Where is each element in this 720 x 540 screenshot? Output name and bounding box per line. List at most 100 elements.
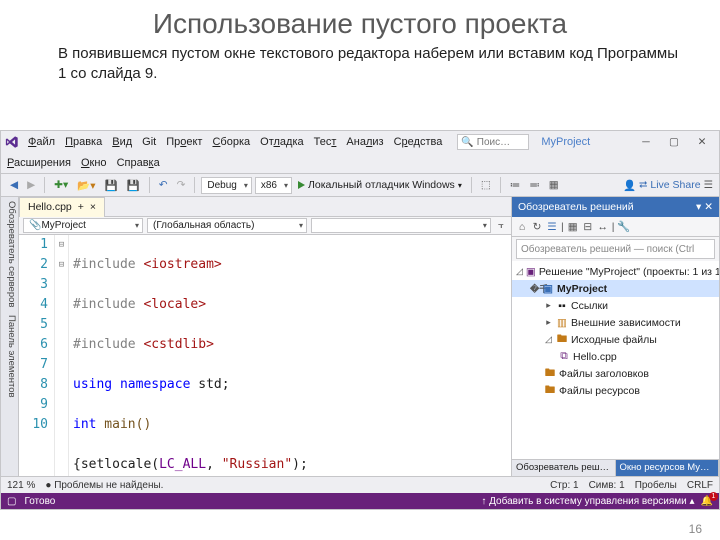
fold-gutter: ⊟⊟ bbox=[55, 235, 69, 477]
solution-toolbar: ⌂ ↻ ☰| ▦ ⊟ ↔| 🔧 bbox=[512, 217, 719, 237]
zoom-level[interactable]: 121 % bbox=[7, 480, 35, 491]
file-tab-dirty: + bbox=[78, 201, 84, 213]
file-tab-hello[interactable]: Hello.cpp + × bbox=[19, 197, 105, 217]
menu-git[interactable]: Git bbox=[139, 135, 159, 149]
menu-view[interactable]: Вид bbox=[109, 135, 135, 149]
new-item-button[interactable]: ✚▾ bbox=[51, 178, 71, 192]
account-icon[interactable]: 👤 bbox=[623, 179, 636, 192]
page-number: 16 bbox=[689, 522, 702, 536]
tree-ext[interactable]: ▸▥Внешние зависимости bbox=[512, 314, 719, 331]
tree-src[interactable]: ◿🖿Исходные файлы bbox=[512, 331, 719, 348]
nav-project-drop[interactable]: 📎 MyProject bbox=[23, 218, 143, 233]
sol-showall-icon[interactable]: ▦ bbox=[567, 221, 579, 233]
line-gutter: 12345678910 bbox=[19, 235, 55, 477]
sol-tab-explorer[interactable]: Обозреватель реш… bbox=[512, 460, 616, 477]
nav-scope-drop[interactable]: (Глобальная область) bbox=[147, 218, 307, 233]
tb-icon-c[interactable]: ≕ bbox=[526, 178, 543, 192]
split-icon[interactable]: ⫟ bbox=[495, 220, 507, 231]
search-placeholder: Поис… bbox=[477, 137, 510, 148]
issues-status[interactable]: ● Проблемы не найдены. bbox=[45, 480, 163, 491]
caret-col: Симв: 1 bbox=[589, 480, 625, 491]
slide-body: В появившемся пустом окне текстового ред… bbox=[0, 44, 720, 93]
undo-button[interactable]: ↶ bbox=[156, 178, 171, 192]
vtab-server-explorer[interactable]: Обозреватель серверов bbox=[2, 201, 17, 307]
box-icon: ▢ bbox=[7, 496, 16, 507]
notifications-button[interactable]: 🔔1 bbox=[701, 496, 713, 507]
save-all-button[interactable]: 💾 bbox=[124, 178, 143, 193]
save-button[interactable]: 💾 bbox=[102, 178, 121, 193]
menu-extensions[interactable]: Расширения bbox=[7, 157, 71, 169]
menu-analyze[interactable]: Анализ bbox=[343, 135, 386, 149]
liveshare-button[interactable]: ⮂ Live Share bbox=[639, 179, 701, 192]
vtab-toolbox[interactable]: Панель элементов bbox=[2, 315, 17, 398]
menubar-row2: Расширения Окно Справка bbox=[1, 153, 719, 173]
menu-test[interactable]: Тест bbox=[311, 135, 340, 149]
solution-bottom-tabs: Обозреватель реш… Окно ресурсов My… bbox=[512, 459, 719, 477]
feedback-icon[interactable]: ☰ bbox=[704, 179, 713, 191]
config-dropdown[interactable]: Debug bbox=[201, 177, 251, 194]
vs-logo-icon bbox=[5, 135, 19, 149]
tb-icon-b[interactable]: ≔ bbox=[507, 178, 524, 192]
sol-collapse-icon[interactable]: ⊟ bbox=[582, 221, 594, 233]
extdep-icon: ▥ bbox=[556, 317, 568, 329]
whitespace-mode[interactable]: Пробелы bbox=[635, 480, 677, 491]
solution-header: Обозреватель решений ▾ ✕ bbox=[512, 197, 719, 217]
nav-member-drop[interactable] bbox=[311, 218, 491, 233]
menu-build[interactable]: Сборка bbox=[209, 135, 253, 149]
folder-icon: 🖿 bbox=[544, 368, 556, 380]
tree-solution-root[interactable]: ◿▣Решение "MyProject" (проекты: 1 из 1) bbox=[512, 263, 719, 280]
menu-window[interactable]: Окно bbox=[81, 157, 107, 169]
main-menu: ФФайлайл Правка Вид Git Проект Сборка От… bbox=[25, 135, 445, 149]
sol-props-icon[interactable]: 🔧 bbox=[617, 221, 629, 233]
eol-mode[interactable]: CRLF bbox=[687, 480, 713, 491]
sol-refresh-icon[interactable]: ↻ bbox=[531, 221, 543, 233]
sol-home-icon[interactable]: ⌂ bbox=[516, 221, 528, 233]
nav-fwd-button[interactable]: ▶ bbox=[24, 178, 38, 192]
sol-nav-icon[interactable]: ↔ bbox=[597, 221, 609, 233]
project-icon: ▣ bbox=[542, 283, 554, 295]
folder-icon: 🖿 bbox=[544, 385, 556, 397]
code-editor[interactable]: 12345678910 ⊟⊟ #include <iostream> #incl… bbox=[19, 235, 511, 477]
solution-title: Обозреватель решений bbox=[518, 201, 634, 213]
maximize-button[interactable]: ▢ bbox=[661, 133, 687, 151]
redo-button[interactable]: ↷ bbox=[174, 178, 189, 192]
menu-file[interactable]: ФФайлайл bbox=[25, 135, 58, 149]
document-tabstrip: Hello.cpp + × bbox=[19, 197, 511, 217]
ide-window: ФФайлайл Правка Вид Git Проект Сборка От… bbox=[0, 130, 720, 510]
tb-icon-a[interactable]: ⬚ bbox=[478, 178, 494, 192]
tree-file-hello[interactable]: ⧉Hello.cpp bbox=[512, 348, 719, 365]
tree-refs[interactable]: ▸▪▪Ссылки bbox=[512, 297, 719, 314]
close-button[interactable]: ✕ bbox=[689, 133, 715, 151]
file-tab-label: Hello.cpp bbox=[28, 201, 72, 213]
start-debug-button[interactable]: Локальный отладчик Windows ▾ bbox=[295, 178, 465, 192]
panel-menu-icon[interactable]: ▾ ✕ bbox=[696, 201, 713, 213]
menu-tools[interactable]: Средства bbox=[391, 135, 446, 149]
vcs-add-button[interactable]: ↑ Добавить в систему управления версиями… bbox=[481, 496, 694, 507]
tree-project[interactable]: �千▣MyProject bbox=[512, 280, 719, 297]
nav-back-button[interactable]: ◀ bbox=[7, 178, 21, 192]
menu-project[interactable]: Проект bbox=[163, 135, 205, 149]
open-button[interactable]: 📂▾ bbox=[74, 178, 98, 193]
tree-res[interactable]: 🖿Файлы ресурсов bbox=[512, 382, 719, 399]
titlebar: ФФайлайл Правка Вид Git Проект Сборка От… bbox=[1, 131, 719, 153]
solution-search[interactable]: Обозреватель решений — поиск (Ctrl bbox=[516, 239, 715, 259]
menu-edit[interactable]: Правка bbox=[62, 135, 105, 149]
caret-line: Стр: 1 bbox=[550, 480, 578, 491]
sol-tree-icon[interactable]: ☰ bbox=[546, 221, 558, 233]
quick-search[interactable]: 🔍 Поис… bbox=[457, 134, 529, 150]
minimize-button[interactable]: ─ bbox=[633, 133, 659, 151]
tree-hdr[interactable]: 🖿Файлы заголовков bbox=[512, 365, 719, 382]
cpp-icon: ⧉ bbox=[558, 351, 570, 363]
left-tabwell: Обозреватель серверов Панель элементов bbox=[1, 197, 19, 477]
sol-tab-resources[interactable]: Окно ресурсов My… bbox=[616, 460, 720, 477]
status-ready: Готово bbox=[24, 496, 55, 507]
menu-help[interactable]: Справка bbox=[117, 157, 160, 169]
menu-debug[interactable]: Отладка bbox=[257, 135, 307, 149]
file-tab-close-icon[interactable]: × bbox=[90, 201, 96, 213]
code-body[interactable]: #include <iostream> #include <locale> #i… bbox=[69, 235, 511, 477]
ide-statusbar: ▢ Готово ↑ Добавить в систему управления… bbox=[1, 493, 719, 509]
editor-area: Hello.cpp + × 📎 MyProject (Глобальная об… bbox=[19, 197, 511, 477]
platform-dropdown[interactable]: x86 bbox=[255, 177, 292, 194]
tb-icon-d[interactable]: ▦ bbox=[546, 178, 562, 192]
run-label: Локальный отладчик Windows bbox=[308, 179, 455, 191]
